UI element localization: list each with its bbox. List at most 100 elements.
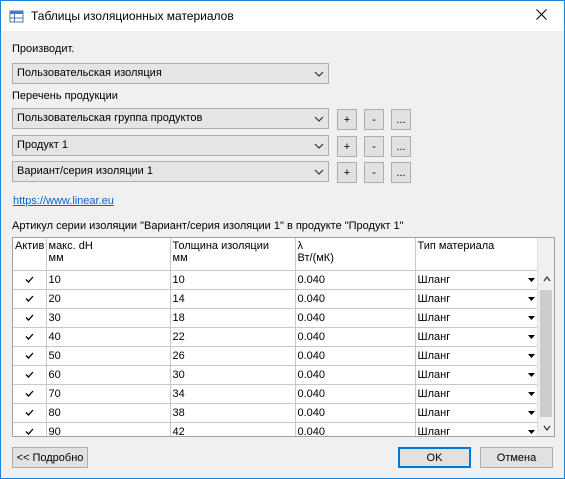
thickness-cell[interactable]: 10 xyxy=(170,270,296,290)
active-checkbox[interactable] xyxy=(13,365,47,385)
manufacturer-label: Производит. xyxy=(12,43,75,55)
active-checkbox[interactable] xyxy=(13,346,47,366)
lambda-cell[interactable]: 0.040 xyxy=(295,365,416,385)
material-type-cell[interactable]: Шланг xyxy=(415,289,537,309)
header-active[interactable]: Актив xyxy=(13,238,47,271)
max-dh-cell[interactable]: 10 xyxy=(46,270,171,290)
lambda-cell[interactable]: 0.040 xyxy=(295,422,416,436)
header-lambda[interactable]: λ Вт/(мК) xyxy=(295,238,416,271)
material-type-value: Шланг xyxy=(417,330,451,343)
product-more-button[interactable]: ... xyxy=(391,136,411,157)
lambda-cell[interactable]: 0.040 xyxy=(295,403,416,423)
lambda-cell[interactable]: 0.040 xyxy=(295,289,416,309)
chevron-down-icon[interactable] xyxy=(527,428,535,435)
lambda-cell[interactable]: 0.040 xyxy=(295,346,416,366)
max-dh-cell[interactable]: 50 xyxy=(46,346,171,366)
scrollbar-thumb[interactable] xyxy=(540,290,552,417)
active-checkbox[interactable] xyxy=(13,270,47,290)
manufacturer-value: Пользовательская изоляция xyxy=(17,67,162,79)
material-type-cell[interactable]: Шланг xyxy=(415,403,537,423)
material-type-cell[interactable]: Шланг xyxy=(415,365,537,385)
max-dh-cell[interactable]: 40 xyxy=(46,327,171,347)
table-row[interactable]: 90 42 0.040 Шланг xyxy=(13,422,537,436)
active-checkbox[interactable] xyxy=(13,403,47,423)
thickness-cell[interactable]: 38 xyxy=(170,403,296,423)
header-max-dh[interactable]: макс. dH мм xyxy=(46,238,171,271)
max-dh-cell[interactable]: 20 xyxy=(46,289,171,309)
material-type-cell[interactable]: Шланг xyxy=(415,422,537,436)
chevron-down-icon[interactable] xyxy=(527,295,535,302)
material-type-cell[interactable]: Шланг xyxy=(415,346,537,366)
max-dh-cell[interactable]: 80 xyxy=(46,403,171,423)
thickness-cell[interactable]: 26 xyxy=(170,346,296,366)
table-row[interactable]: 20 14 0.040 Шланг xyxy=(13,289,537,309)
table-row[interactable]: 70 34 0.040 Шланг xyxy=(13,384,537,404)
header-thickness[interactable]: Толщина изоляции мм xyxy=(170,238,296,271)
lambda-cell[interactable]: 0.040 xyxy=(295,270,416,290)
website-link[interactable]: https://www.linear.eu xyxy=(13,195,114,207)
thickness-cell[interactable]: 14 xyxy=(170,289,296,309)
active-checkbox[interactable] xyxy=(13,308,47,328)
max-dh-cell[interactable]: 70 xyxy=(46,384,171,404)
add-group-button[interactable]: + xyxy=(337,109,357,130)
cancel-button[interactable]: Отмена xyxy=(480,447,553,468)
max-dh-cell[interactable]: 60 xyxy=(46,365,171,385)
active-checkbox[interactable] xyxy=(13,422,47,436)
table-row[interactable]: 30 18 0.040 Шланг xyxy=(13,308,537,328)
material-type-cell[interactable]: Шланг xyxy=(415,270,537,290)
thickness-cell[interactable]: 42 xyxy=(170,422,296,436)
variant-more-button[interactable]: ... xyxy=(391,162,411,183)
variant-dropdown[interactable]: Вариант/серия изоляции 1 xyxy=(12,161,329,182)
lambda-cell[interactable]: 0.040 xyxy=(295,384,416,404)
header-material-type[interactable]: Тип материала xyxy=(415,238,537,271)
chevron-down-icon[interactable] xyxy=(527,352,535,359)
material-type-value: Шланг xyxy=(417,273,451,286)
material-type-cell[interactable]: Шланг xyxy=(415,308,537,328)
active-checkbox[interactable] xyxy=(13,289,47,309)
chevron-down-icon[interactable] xyxy=(527,333,535,340)
vertical-scrollbar[interactable] xyxy=(537,238,554,436)
remove-variant-button[interactable]: - xyxy=(364,162,384,183)
active-checkbox[interactable] xyxy=(13,384,47,404)
table-row[interactable]: 10 10 0.040 Шланг xyxy=(13,270,537,290)
details-button[interactable]: << Подробно xyxy=(12,447,88,468)
max-dh-cell[interactable]: 90 xyxy=(46,422,171,436)
material-type-cell[interactable]: Шланг xyxy=(415,384,537,404)
thickness-cell[interactable]: 34 xyxy=(170,384,296,404)
thickness-cell[interactable]: 30 xyxy=(170,365,296,385)
close-button[interactable] xyxy=(518,1,564,31)
material-type-value: Шланг xyxy=(417,311,451,324)
variant-value: Вариант/серия изоляции 1 xyxy=(17,165,153,177)
lambda-cell[interactable]: 0.040 xyxy=(295,308,416,328)
scroll-up-button[interactable] xyxy=(538,270,554,287)
check-icon xyxy=(25,388,34,400)
articles-grid[interactable]: Актив макс. dH мм Толщина изоляции мм λ Вт/… xyxy=(12,237,555,437)
product-group-value: Пользовательская группа продуктов xyxy=(17,112,203,124)
thickness-cell[interactable]: 18 xyxy=(170,308,296,328)
thickness-cell[interactable]: 22 xyxy=(170,327,296,347)
add-product-button[interactable]: + xyxy=(337,136,357,157)
table-row[interactable]: 80 38 0.040 Шланг xyxy=(13,403,537,423)
remove-group-button[interactable]: - xyxy=(364,109,384,130)
lambda-cell[interactable]: 0.040 xyxy=(295,327,416,347)
manufacturer-dropdown[interactable]: Пользовательская изоляция xyxy=(12,63,329,84)
chevron-down-icon[interactable] xyxy=(527,314,535,321)
add-variant-button[interactable]: + xyxy=(337,162,357,183)
active-checkbox[interactable] xyxy=(13,327,47,347)
material-type-cell[interactable]: Шланг xyxy=(415,327,537,347)
chevron-down-icon[interactable] xyxy=(527,409,535,416)
chevron-down-icon[interactable] xyxy=(527,276,535,283)
check-icon xyxy=(25,274,34,286)
remove-product-button[interactable]: - xyxy=(364,136,384,157)
product-dropdown[interactable]: Продукт 1 xyxy=(12,135,329,156)
ok-button[interactable]: OK xyxy=(398,447,471,468)
scroll-down-button[interactable] xyxy=(538,419,554,436)
product-group-dropdown[interactable]: Пользовательская группа продуктов xyxy=(12,108,329,129)
table-row[interactable]: 50 26 0.040 Шланг xyxy=(13,346,537,366)
table-row[interactable]: 60 30 0.040 Шланг xyxy=(13,365,537,385)
table-row[interactable]: 40 22 0.040 Шланг xyxy=(13,327,537,347)
group-more-button[interactable]: ... xyxy=(391,109,411,130)
chevron-down-icon[interactable] xyxy=(527,390,535,397)
chevron-down-icon[interactable] xyxy=(527,371,535,378)
max-dh-cell[interactable]: 30 xyxy=(46,308,171,328)
